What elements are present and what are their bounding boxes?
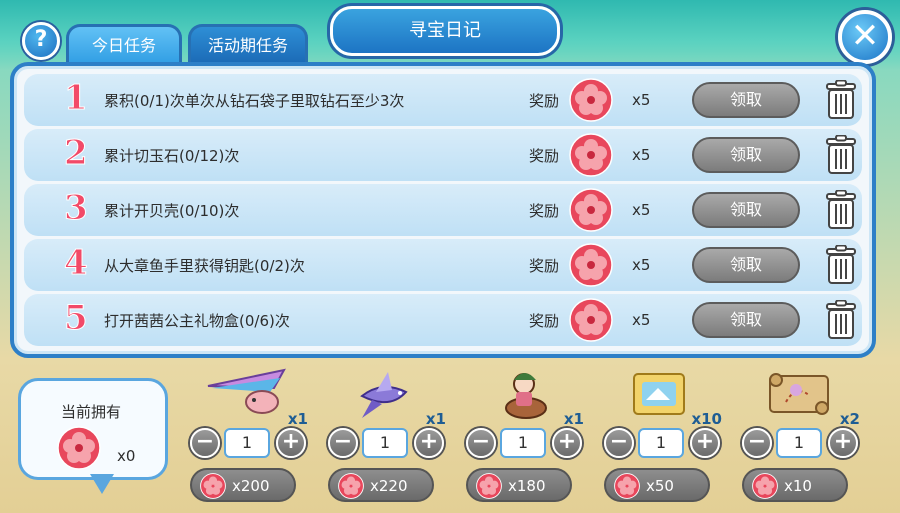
price-label: x200 bbox=[232, 477, 270, 495]
decrease-button[interactable]: − bbox=[190, 428, 220, 458]
flower-coin-icon bbox=[569, 133, 613, 177]
task-number: 5 bbox=[64, 298, 89, 339]
task-number: 2 bbox=[64, 133, 89, 174]
owned-label: 当前拥有 bbox=[61, 403, 122, 421]
task-row: 1 累积(0/1)次单次从钻石袋子里取钻石至少3次 奖励 x5 领取 bbox=[24, 74, 862, 126]
flower-coin-icon bbox=[614, 473, 640, 499]
task-description: 累积(0/1)次单次从钻石袋子里取钻石至少3次 bbox=[104, 92, 405, 110]
item-multiplier: x10 bbox=[691, 410, 722, 428]
flying-fish-icon bbox=[360, 372, 408, 418]
reward-count: x5 bbox=[632, 256, 651, 274]
item-multiplier: x2 bbox=[839, 410, 860, 428]
buy-button[interactable]: x10 bbox=[742, 468, 848, 502]
task-row: 2 累计切玉石(0/12)次 奖励 x5 领取 bbox=[24, 129, 862, 181]
page-title: 寻宝日记 bbox=[330, 6, 560, 56]
price-label: x10 bbox=[784, 477, 812, 495]
item-multiplier: x1 bbox=[425, 410, 446, 428]
trash-icon[interactable] bbox=[824, 135, 858, 175]
trash-icon[interactable] bbox=[824, 190, 858, 230]
task-description: 从大章鱼手里获得钥匙(0/2)次 bbox=[104, 257, 305, 275]
claim-button[interactable]: 领取 bbox=[692, 137, 800, 173]
item-multiplier: x1 bbox=[563, 410, 584, 428]
flower-coin-icon bbox=[338, 473, 364, 499]
reward-count: x5 bbox=[632, 146, 651, 164]
treasure-map-icon bbox=[769, 373, 829, 415]
shop-item: x10 − 1 + x50 bbox=[598, 360, 730, 510]
decrease-button[interactable]: − bbox=[604, 428, 634, 458]
task-description: 打开茜茜公主礼物盒(0/6)次 bbox=[104, 312, 290, 330]
reward-label: 奖励 bbox=[529, 312, 560, 330]
reward-label: 奖励 bbox=[529, 92, 560, 110]
quantity-input[interactable]: 1 bbox=[500, 428, 546, 458]
buy-button[interactable]: x200 bbox=[190, 468, 296, 502]
increase-button[interactable]: + bbox=[828, 428, 858, 458]
owned-currency-box: 当前拥有 x0 bbox=[18, 378, 168, 480]
quantity-input[interactable]: 1 bbox=[224, 428, 270, 458]
decrease-button[interactable]: − bbox=[328, 428, 358, 458]
rider-avatar-icon bbox=[505, 373, 547, 419]
increase-button[interactable]: + bbox=[276, 428, 306, 458]
flower-coin-icon bbox=[200, 473, 226, 499]
flower-coin-icon bbox=[476, 473, 502, 499]
flower-coin-icon bbox=[569, 78, 613, 122]
buy-button[interactable]: x180 bbox=[466, 468, 572, 502]
increase-button[interactable]: + bbox=[414, 428, 444, 458]
shop-item: x2 − 1 + x10 bbox=[736, 360, 868, 510]
reward-label: 奖励 bbox=[529, 202, 560, 220]
quantity-input[interactable]: 1 bbox=[362, 428, 408, 458]
task-number: 1 bbox=[64, 78, 89, 119]
flower-coin-icon bbox=[569, 243, 613, 287]
shop-item: x1 − 1 + x200 bbox=[184, 360, 316, 510]
decrease-button[interactable]: − bbox=[742, 428, 772, 458]
task-description: 累计切玉石(0/12)次 bbox=[104, 147, 240, 165]
shop-item: x1 − 1 + x180 bbox=[460, 360, 592, 510]
task-number: 4 bbox=[64, 243, 89, 284]
reward-label: 奖励 bbox=[529, 257, 560, 275]
buy-button[interactable]: x220 bbox=[328, 468, 434, 502]
increase-button[interactable]: + bbox=[552, 428, 582, 458]
close-button[interactable]: ✕ bbox=[838, 10, 892, 64]
claim-button[interactable]: 领取 bbox=[692, 192, 800, 228]
trash-icon[interactable] bbox=[824, 300, 858, 340]
flower-coin-icon bbox=[569, 188, 613, 232]
price-label: x180 bbox=[508, 477, 546, 495]
trash-icon[interactable] bbox=[824, 80, 858, 120]
speech-tail bbox=[90, 474, 114, 494]
shop-item: x1 − 1 + x220 bbox=[322, 360, 454, 510]
flower-coin-icon bbox=[752, 473, 778, 499]
quantity-input[interactable]: 1 bbox=[776, 428, 822, 458]
price-label: x220 bbox=[370, 477, 408, 495]
reward-count: x5 bbox=[632, 91, 651, 109]
item-multiplier: x1 bbox=[287, 410, 308, 428]
decrease-button[interactable]: − bbox=[466, 428, 496, 458]
help-button[interactable]: ? bbox=[22, 22, 60, 60]
task-panel: 1 累积(0/1)次单次从钻石袋子里取钻石至少3次 奖励 x5 领取 2 累计切… bbox=[10, 62, 876, 358]
flower-coin-icon bbox=[57, 426, 101, 470]
task-row: 5 打开茜茜公主礼物盒(0/6)次 奖励 x5 领取 bbox=[24, 294, 862, 346]
claim-button[interactable]: 领取 bbox=[692, 302, 800, 338]
price-label: x50 bbox=[646, 477, 674, 495]
owned-count: x0 bbox=[117, 447, 136, 465]
claim-button[interactable]: 领取 bbox=[692, 82, 800, 118]
reward-count: x5 bbox=[632, 201, 651, 219]
hang-glider-icon bbox=[207, 368, 286, 414]
task-description: 累计开贝壳(0/10)次 bbox=[104, 202, 240, 220]
reward-label: 奖励 bbox=[529, 147, 560, 165]
increase-button[interactable]: + bbox=[690, 428, 720, 458]
trash-icon[interactable] bbox=[824, 245, 858, 285]
quantity-input[interactable]: 1 bbox=[638, 428, 684, 458]
buy-button[interactable]: x50 bbox=[604, 468, 710, 502]
claim-button[interactable]: 领取 bbox=[692, 247, 800, 283]
reward-count: x5 bbox=[632, 311, 651, 329]
task-row: 3 累计开贝壳(0/10)次 奖励 x5 领取 bbox=[24, 184, 862, 236]
task-number: 3 bbox=[64, 188, 89, 229]
task-row: 4 从大章鱼手里获得钥匙(0/2)次 奖励 x5 领取 bbox=[24, 239, 862, 291]
flower-coin-icon bbox=[569, 298, 613, 342]
